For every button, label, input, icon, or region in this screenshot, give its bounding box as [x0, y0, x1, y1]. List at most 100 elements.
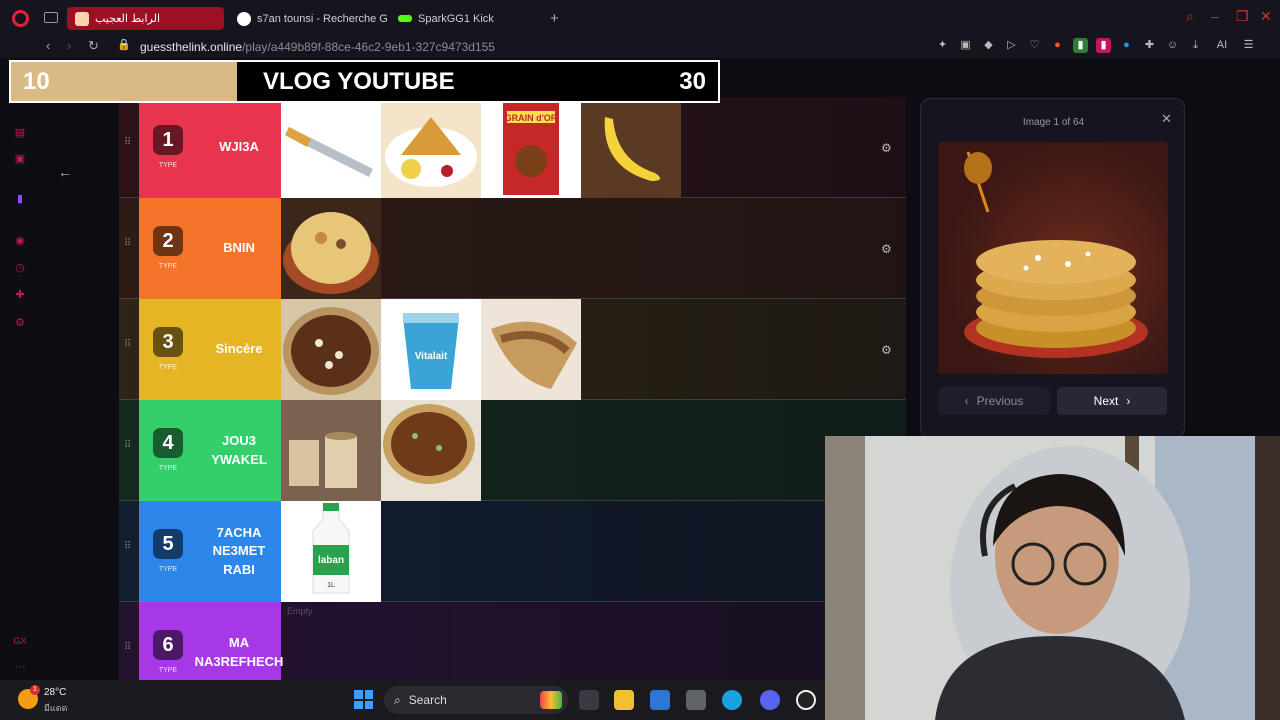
tier-number-cell: 4 TYPE [139, 400, 197, 501]
ai-icon[interactable]: AI [1211, 38, 1233, 53]
row-settings-icon[interactable]: ⚙ [881, 343, 892, 357]
tier-row: ⠿ 4 TYPE JOU3 YWAKEL [119, 400, 906, 501]
tier-item-image-banana[interactable] [581, 97, 681, 198]
pancake-stack-image [964, 151, 1148, 358]
settings-icon[interactable]: ⚙ [13, 316, 27, 330]
cereal-brand-text: GRAIN d'OR [505, 113, 558, 123]
taskbar-search-label: Search [408, 693, 447, 707]
player-icon[interactable]: ◉ [13, 234, 27, 248]
previous-button[interactable]: ‹ Previous [938, 387, 1050, 415]
tab-google-search[interactable]: s7an tounsi - Recherche G [229, 7, 389, 30]
tier-items: laban 1L [281, 501, 381, 602]
next-button[interactable]: Next › [1057, 387, 1167, 415]
tier-list: ⠿ 1 TYPE WJI3A GRAIN d'OR ⚙ ⠿ 2 TYPE BNIN ⚙ ⠿ 3 TYPE S… [119, 97, 906, 680]
close-icon[interactable]: ✕ [1161, 111, 1172, 127]
next-label: Next [1093, 394, 1119, 408]
tab-kick[interactable]: SparkGG1 Kick [390, 7, 550, 30]
sidebar-messenger-icon[interactable]: ▣ [13, 152, 27, 166]
file-explorer-icon[interactable] [614, 690, 634, 710]
tab-guessthelink[interactable]: الرابط العجيب [67, 7, 224, 30]
new-tab-button[interactable]: + [550, 10, 559, 27]
store-icon[interactable] [650, 690, 670, 710]
tier-item-image-crepe[interactable] [381, 97, 481, 198]
obs-icon[interactable] [796, 690, 816, 710]
tier-items [281, 400, 481, 501]
gx-icon[interactable]: GX [13, 634, 27, 648]
tier-label[interactable]: 7ACHA NE3MET RABI [197, 501, 281, 602]
tier-item-image-tart[interactable] [381, 400, 481, 501]
forward-icon[interactable]: › [67, 38, 71, 53]
opera-logo-icon[interactable] [12, 10, 29, 27]
tier-item-image-laban[interactable]: laban 1L [281, 501, 381, 602]
tier-item-image-yogurt[interactable]: Vitalait [381, 299, 481, 400]
webcam-feed [825, 436, 1280, 720]
tier-label[interactable]: WJI3A [197, 97, 281, 198]
tier-item-image-cereal[interactable]: GRAIN d'OR [481, 97, 581, 198]
drag-handle-icon[interactable]: ⠿ [124, 440, 131, 451]
search-tabs-icon[interactable]: ⌕ [1186, 8, 1194, 25]
drag-handle-icon[interactable]: ⠿ [124, 541, 131, 552]
pin-icon[interactable]: ✦ [935, 38, 950, 53]
more-icon[interactable]: ··· [13, 660, 27, 674]
close-window-icon[interactable]: ✕ [1260, 8, 1272, 25]
address-bar: ‹ › ↻ 🔒 guessthelink.online/play/a449b89… [0, 36, 1280, 58]
arrow-left-icon[interactable]: ← [58, 164, 72, 180]
edge-icon[interactable] [722, 690, 742, 710]
row-settings-icon[interactable]: ⚙ [881, 242, 892, 256]
twitch-icon[interactable]: ▮ [13, 192, 27, 206]
tier-number-cell: 5 TYPE [139, 501, 197, 602]
tier-item-image-dessert[interactable] [281, 400, 381, 501]
tab-title: s7an tounsi - Recherche G [257, 12, 388, 25]
drag-handle-icon[interactable]: ⠿ [124, 339, 131, 350]
taskbar-search[interactable]: ⌕ Search [384, 686, 568, 714]
chevron-left-icon: ‹ [964, 394, 969, 408]
shield-icon[interactable]: ◆ [981, 38, 996, 53]
minimize-icon[interactable]: – [1211, 8, 1219, 24]
tier-type-label: TYPE [158, 263, 178, 270]
snapshot-icon[interactable]: ▣ [958, 38, 973, 53]
google-icon [237, 11, 251, 26]
tier-label[interactable]: Sincère [197, 299, 281, 400]
stream-banner: 10 VLOG YOUTUBE 30 [9, 60, 720, 103]
preview-image-pancakes[interactable] [938, 142, 1168, 374]
drag-handle-icon[interactable]: ⠿ [124, 238, 131, 249]
profile-icon[interactable]: ☺ [1165, 38, 1180, 53]
tier-item-image-knife[interactable] [281, 97, 381, 198]
tier-number-cell: 1 TYPE [139, 97, 197, 198]
tab-title: SparkGG1 Kick [418, 12, 494, 25]
tier-label[interactable]: JOU3 YWAKEL [197, 400, 281, 501]
reload-icon[interactable]: ↻ [88, 38, 99, 54]
extensions-sidebar-icon[interactable]: ✚ [13, 288, 27, 302]
laban-brand-text: laban [318, 555, 344, 566]
tier-item-image-couscous[interactable] [281, 198, 381, 299]
download-icon[interactable]: ⤓ [1188, 38, 1203, 53]
back-icon[interactable]: ‹ [46, 38, 50, 53]
tier-item-image-sandwich[interactable] [481, 299, 581, 400]
extension-green-icon[interactable]: ▮ [1073, 38, 1088, 53]
tier-number: 1 [153, 125, 183, 155]
history-icon[interactable]: ◷ [13, 261, 27, 275]
app-icon[interactable] [686, 690, 706, 710]
tier-label[interactable]: MA NA3REFHECH [195, 602, 283, 680]
discord-icon[interactable] [760, 690, 780, 710]
menu-icon[interactable]: ☰ [1241, 38, 1256, 53]
extension-blue-icon[interactable]: ● [1119, 38, 1134, 53]
heart-icon[interactable]: ♡ [1027, 38, 1042, 53]
tier-item-image-dates[interactable] [281, 299, 381, 400]
workspaces-icon[interactable] [44, 12, 58, 23]
restore-icon[interactable]: ❐ [1236, 8, 1249, 25]
tier-items: GRAIN d'OR [281, 97, 681, 198]
puzzle-icon[interactable]: ✚ [1142, 38, 1157, 53]
extension-pink-icon[interactable]: ▮ [1096, 38, 1111, 53]
windows-start-icon[interactable] [354, 690, 373, 709]
row-settings-icon[interactable]: ⚙ [881, 141, 892, 155]
sidebar-item-icon[interactable]: ▤ [13, 126, 27, 140]
url-field[interactable]: guessthelink.online/play/a449b89f-88ce-4… [140, 40, 495, 54]
play-icon[interactable]: ▷ [1004, 38, 1019, 53]
tier-items: Vitalait [281, 299, 581, 400]
task-view-icon[interactable] [579, 690, 599, 710]
drag-handle-icon[interactable]: ⠿ [124, 137, 131, 148]
extension-orange-icon[interactable]: ● [1050, 38, 1065, 53]
drag-handle-icon[interactable]: ⠿ [124, 642, 131, 653]
tier-label[interactable]: BNIN [197, 198, 281, 299]
